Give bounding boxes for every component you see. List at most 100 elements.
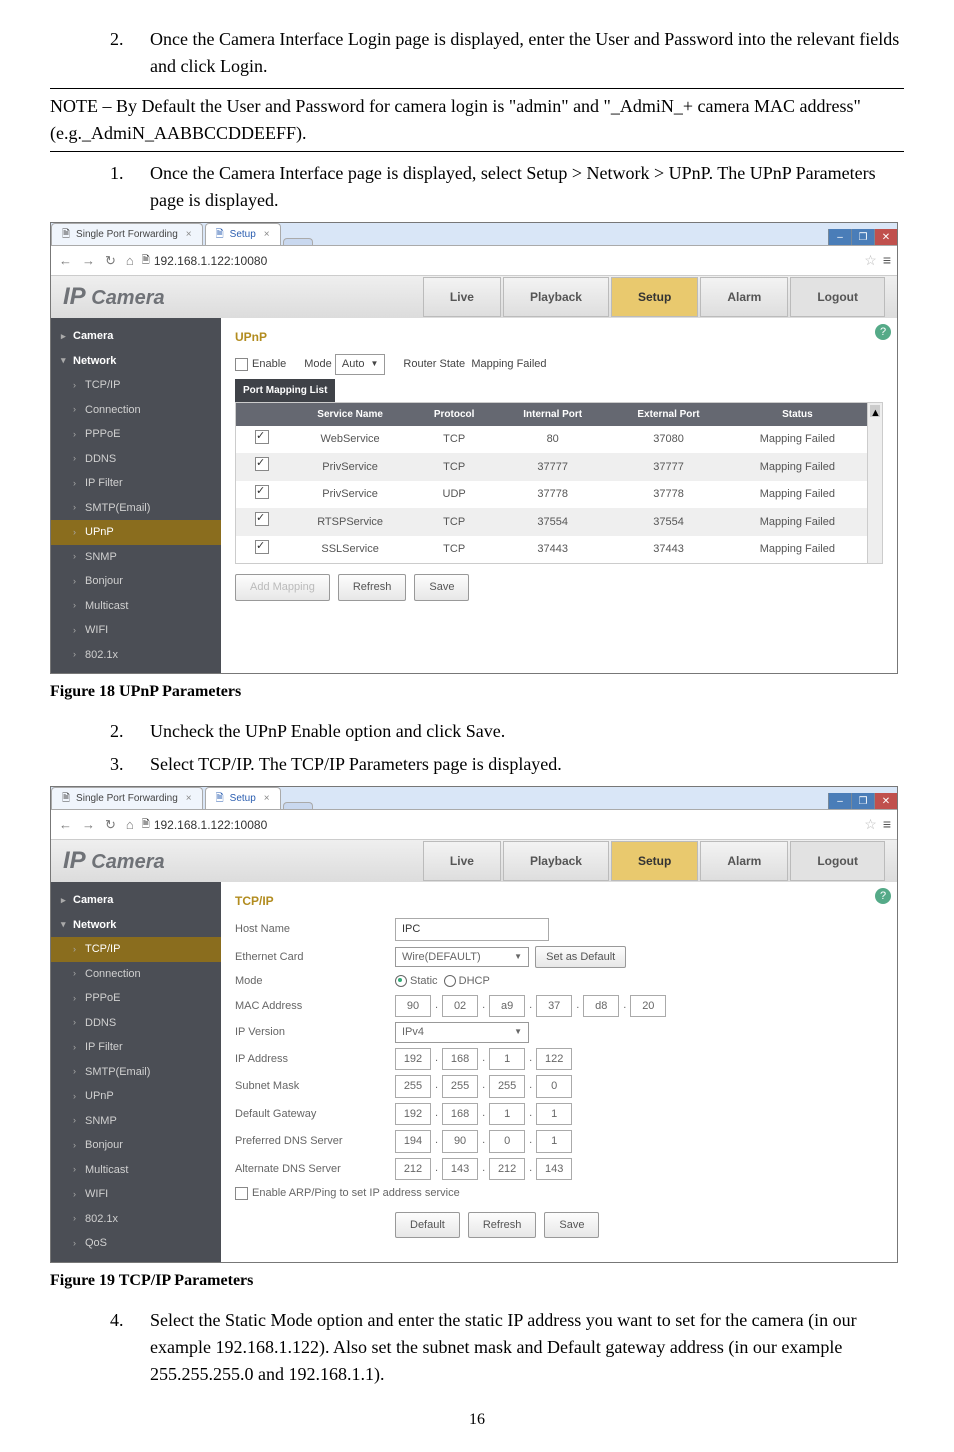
menu-icon[interactable]: ≡ <box>883 250 891 271</box>
minimize-button[interactable]: – <box>828 229 851 245</box>
sidebar-item-ipfilter[interactable]: ›IP Filter <box>51 1035 221 1060</box>
nav-logout[interactable]: Logout <box>790 841 885 881</box>
sidebar-item-tcpip[interactable]: ›TCP/IP <box>51 373 221 398</box>
minimize-button[interactable]: – <box>828 793 851 809</box>
row-checkbox[interactable] <box>255 430 269 444</box>
sidebar-item-multicast[interactable]: ›Multicast <box>51 594 221 619</box>
preferred-dns-input[interactable]: 194.90.0.1 <box>395 1130 572 1153</box>
home-icon[interactable]: ⌂ <box>124 251 136 271</box>
sidebar-item-connection[interactable]: ›Connection <box>51 398 221 423</box>
help-icon[interactable]: ? <box>875 888 891 904</box>
sidebar-item-qos[interactable]: ›QoS <box>51 1231 221 1256</box>
hostname-input[interactable]: IPC <box>395 918 549 941</box>
alternate-dns-input[interactable]: 212.143.212.143 <box>395 1158 572 1181</box>
sidebar-item-smtp[interactable]: ›SMTP(Email) <box>51 496 221 521</box>
reload-icon[interactable]: ↻ <box>103 815 118 835</box>
browser-tab[interactable]: 🗎Single Port Forwarding× <box>51 787 203 809</box>
dhcp-radio[interactable]: DHCP <box>444 973 490 990</box>
close-icon[interactable]: × <box>186 227 192 242</box>
subnet-input[interactable]: 255.255.255.0 <box>395 1075 572 1098</box>
default-button[interactable]: Default <box>395 1212 460 1239</box>
forward-icon[interactable]: → <box>80 251 97 271</box>
table-row[interactable]: PrivServiceUDP3777837778Mapping Failed <box>236 481 867 509</box>
nav-alarm[interactable]: Alarm <box>700 841 788 881</box>
add-mapping-button[interactable]: Add Mapping <box>235 574 330 601</box>
url-input[interactable]: 🗎192.168.1.122:10080 <box>142 816 859 834</box>
table-row[interactable]: WebServiceTCP8037080Mapping Failed <box>236 426 867 454</box>
ethernet-select[interactable]: Wire(DEFAULT)▼ <box>395 947 529 968</box>
help-icon[interactable]: ? <box>875 324 891 340</box>
sidebar-item-snmp[interactable]: ›SNMP <box>51 1109 221 1134</box>
close-icon[interactable]: × <box>186 791 192 806</box>
sidebar-item-tcpip[interactable]: ›TCP/IP <box>51 937 221 962</box>
new-tab-button[interactable] <box>283 238 313 245</box>
sidebar-item-snmp[interactable]: ›SNMP <box>51 545 221 570</box>
close-window-button[interactable]: ✕ <box>874 793 897 809</box>
back-icon[interactable]: ← <box>57 251 74 271</box>
browser-tab[interactable]: 🗎Setup× <box>205 787 281 809</box>
sidebar-item-pppoe[interactable]: ›PPPoE <box>51 422 221 447</box>
sidebar-item-smtp[interactable]: ›SMTP(Email) <box>51 1060 221 1085</box>
maximize-button[interactable]: ❐ <box>851 229 874 245</box>
row-checkbox[interactable] <box>255 485 269 499</box>
mac-input[interactable]: 90.02.a9.37.d8.20 <box>395 995 666 1018</box>
close-icon[interactable]: × <box>264 227 270 242</box>
sidebar-item-network[interactable]: ▾Network <box>51 349 221 374</box>
refresh-button[interactable]: Refresh <box>468 1212 537 1239</box>
nav-setup[interactable]: Setup <box>611 277 698 317</box>
sidebar-item-8021x[interactable]: ›802.1x <box>51 643 221 668</box>
sidebar-item-camera[interactable]: ▸Camera <box>51 324 221 349</box>
nav-logout[interactable]: Logout <box>790 277 885 317</box>
sidebar-item-bonjour[interactable]: ›Bonjour <box>51 1133 221 1158</box>
sidebar-item-multicast[interactable]: ›Multicast <box>51 1158 221 1183</box>
nav-live[interactable]: Live <box>423 841 501 881</box>
static-radio[interactable]: Static <box>395 973 438 990</box>
arp-checkbox[interactable]: Enable ARP/Ping to set IP address servic… <box>235 1185 460 1202</box>
maximize-button[interactable]: ❐ <box>851 793 874 809</box>
enable-checkbox[interactable]: Enable <box>235 356 286 373</box>
new-tab-button[interactable] <box>283 802 313 809</box>
sidebar-item-upnp[interactable]: ›UPnP <box>51 520 221 545</box>
close-icon[interactable]: × <box>264 791 270 806</box>
sidebar-item-bonjour[interactable]: ›Bonjour <box>51 569 221 594</box>
row-checkbox[interactable] <box>255 540 269 554</box>
sidebar-item-pppoe[interactable]: ›PPPoE <box>51 986 221 1011</box>
sidebar-item-wifi[interactable]: ›WIFI <box>51 618 221 643</box>
star-icon[interactable]: ☆ <box>864 250 877 271</box>
sidebar-item-connection[interactable]: ›Connection <box>51 962 221 987</box>
table-row[interactable]: RTSPServiceTCP3755437554Mapping Failed <box>236 508 867 536</box>
mode-select[interactable]: Auto▼ <box>335 354 386 375</box>
sidebar-item-camera[interactable]: ▸Camera <box>51 888 221 913</box>
sidebar-item-ddns[interactable]: ›DDNS <box>51 447 221 472</box>
nav-playback[interactable]: Playback <box>503 841 609 881</box>
row-checkbox[interactable] <box>255 512 269 526</box>
sidebar-item-8021x[interactable]: ›802.1x <box>51 1207 221 1232</box>
nav-setup[interactable]: Setup <box>611 841 698 881</box>
sidebar-item-ddns[interactable]: ›DDNS <box>51 1011 221 1036</box>
sidebar-item-wifi[interactable]: ›WIFI <box>51 1182 221 1207</box>
nav-alarm[interactable]: Alarm <box>700 277 788 317</box>
ipaddress-input[interactable]: 192.168.1.122 <box>395 1048 572 1071</box>
reload-icon[interactable]: ↻ <box>103 251 118 271</box>
save-button[interactable]: Save <box>414 574 469 601</box>
back-icon[interactable]: ← <box>57 815 74 835</box>
set-default-button[interactable]: Set as Default <box>535 946 626 969</box>
sidebar-item-network[interactable]: ▾Network <box>51 913 221 938</box>
url-input[interactable]: 🗎192.168.1.122:10080 <box>142 252 859 270</box>
ipversion-select[interactable]: IPv4▼ <box>395 1022 529 1043</box>
home-icon[interactable]: ⌂ <box>124 815 136 835</box>
gateway-input[interactable]: 192.168.1.1 <box>395 1103 572 1126</box>
table-row[interactable]: PrivServiceTCP3777737777Mapping Failed <box>236 453 867 481</box>
table-row[interactable]: SSLServiceTCP3744337443Mapping Failed <box>236 536 867 564</box>
menu-icon[interactable]: ≡ <box>883 814 891 835</box>
browser-tab[interactable]: 🗎Setup× <box>205 223 281 245</box>
sidebar-item-upnp[interactable]: ›UPnP <box>51 1084 221 1109</box>
scrollbar[interactable]: ▲ <box>867 403 882 564</box>
close-window-button[interactable]: ✕ <box>874 229 897 245</box>
forward-icon[interactable]: → <box>80 815 97 835</box>
nav-live[interactable]: Live <box>423 277 501 317</box>
row-checkbox[interactable] <box>255 457 269 471</box>
star-icon[interactable]: ☆ <box>864 814 877 835</box>
nav-playback[interactable]: Playback <box>503 277 609 317</box>
save-button[interactable]: Save <box>544 1212 599 1239</box>
